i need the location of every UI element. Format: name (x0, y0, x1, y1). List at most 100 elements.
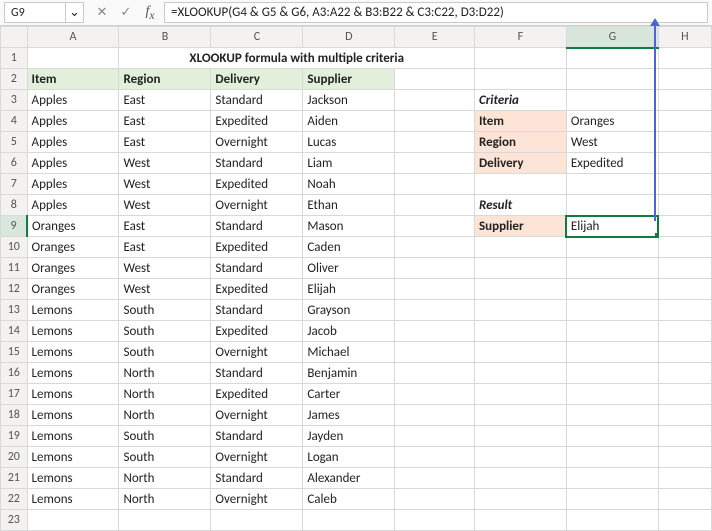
cell-item[interactable]: Lemons (27, 489, 119, 510)
cell-supplier[interactable]: Elijah (303, 279, 395, 300)
cell-item[interactable]: Lemons (27, 468, 119, 489)
criteria-label-item[interactable]: Item (474, 111, 566, 132)
cell-region[interactable]: South (119, 447, 211, 468)
cell-item[interactable]: Oranges (27, 258, 119, 279)
cell-supplier[interactable]: Jacob (303, 321, 395, 342)
cell-supplier[interactable]: Ethan (303, 195, 395, 216)
cell[interactable] (658, 237, 711, 258)
col-header[interactable]: D (303, 27, 395, 48)
cell[interactable] (474, 300, 566, 321)
criteria-value-item[interactable]: Oranges (566, 111, 658, 132)
criteria-value-region[interactable]: West (566, 132, 658, 153)
cell[interactable] (658, 300, 711, 321)
cell-delivery[interactable]: Standard (211, 153, 303, 174)
cell-supplier[interactable]: James (303, 405, 395, 426)
accept-formula-button[interactable]: ✓ (114, 0, 138, 25)
cell-delivery[interactable]: Expedited (211, 237, 303, 258)
cell[interactable] (395, 405, 475, 426)
cell-item[interactable]: Lemons (27, 405, 119, 426)
table-header[interactable]: Delivery (211, 69, 303, 90)
name-box[interactable]: G9 (4, 2, 66, 23)
row-header[interactable]: 6 (1, 153, 28, 174)
row-header[interactable]: 14 (1, 321, 28, 342)
cell[interactable] (566, 510, 658, 531)
cell[interactable] (658, 195, 711, 216)
cell-item[interactable]: Apples (27, 153, 119, 174)
cell[interactable] (566, 384, 658, 405)
cell-region[interactable]: West (119, 279, 211, 300)
cell-supplier[interactable]: Caleb (303, 489, 395, 510)
cell-region[interactable]: East (119, 111, 211, 132)
cell-region[interactable]: North (119, 384, 211, 405)
cell[interactable] (566, 279, 658, 300)
cell[interactable] (566, 363, 658, 384)
cell-item[interactable]: Lemons (27, 342, 119, 363)
cell[interactable] (395, 216, 475, 237)
cell-item[interactable]: Oranges (27, 279, 119, 300)
cell[interactable] (395, 174, 475, 195)
criteria-label-region[interactable]: Region (474, 132, 566, 153)
cell-delivery[interactable]: Standard (211, 258, 303, 279)
cell-item[interactable]: Lemons (27, 447, 119, 468)
cell[interactable] (395, 342, 475, 363)
cell[interactable] (658, 132, 711, 153)
cell-delivery[interactable]: Standard (211, 468, 303, 489)
cell[interactable] (658, 258, 711, 279)
cell[interactable] (566, 174, 658, 195)
cell-region[interactable]: West (119, 174, 211, 195)
cell-supplier[interactable]: Michael (303, 342, 395, 363)
cell[interactable] (566, 300, 658, 321)
cell-item[interactable]: Lemons (27, 384, 119, 405)
cell[interactable] (395, 300, 475, 321)
cell[interactable] (395, 321, 475, 342)
cell-item[interactable]: Apples (27, 174, 119, 195)
row-header[interactable]: 13 (1, 300, 28, 321)
cell-delivery[interactable]: Expedited (211, 384, 303, 405)
cell[interactable] (474, 48, 566, 69)
cell[interactable] (27, 48, 119, 69)
cell[interactable] (395, 237, 475, 258)
cell-delivery[interactable]: Standard (211, 90, 303, 111)
cell-supplier[interactable]: Carter (303, 384, 395, 405)
row-header[interactable]: 9 (1, 216, 28, 237)
cell-item[interactable]: Lemons (27, 426, 119, 447)
cell-delivery[interactable]: Standard (211, 300, 303, 321)
cell[interactable] (211, 510, 303, 531)
cell-supplier[interactable]: Oliver (303, 258, 395, 279)
row-header[interactable]: 7 (1, 174, 28, 195)
col-header[interactable]: B (119, 27, 211, 48)
cell-region[interactable]: South (119, 342, 211, 363)
cell[interactable] (474, 384, 566, 405)
cell-region[interactable]: West (119, 153, 211, 174)
cell[interactable] (658, 153, 711, 174)
formula-input[interactable]: =XLOOKUP(G4 & G5 & G6, A3:A22 & B3:B22 &… (164, 2, 708, 23)
cell[interactable] (474, 321, 566, 342)
cell-region[interactable]: East (119, 90, 211, 111)
cell-item[interactable]: Oranges (27, 216, 119, 237)
row-header[interactable]: 17 (1, 384, 28, 405)
select-all-corner[interactable] (1, 27, 28, 48)
cell-delivery[interactable]: Overnight (211, 132, 303, 153)
row-header[interactable]: 1 (1, 48, 28, 69)
cell[interactable] (395, 69, 475, 90)
cell-supplier[interactable]: Mason (303, 216, 395, 237)
cell[interactable] (27, 510, 119, 531)
row-header[interactable]: 5 (1, 132, 28, 153)
row-header[interactable]: 18 (1, 405, 28, 426)
row-header[interactable]: 2 (1, 69, 28, 90)
cell[interactable] (566, 489, 658, 510)
cell-delivery[interactable]: Overnight (211, 342, 303, 363)
cell-delivery[interactable]: Expedited (211, 321, 303, 342)
cell-supplier[interactable]: Liam (303, 153, 395, 174)
cell[interactable] (658, 489, 711, 510)
cell[interactable] (474, 174, 566, 195)
row-header[interactable]: 20 (1, 447, 28, 468)
cell[interactable] (395, 510, 475, 531)
col-header[interactable]: A (27, 27, 119, 48)
cell[interactable] (658, 405, 711, 426)
table-header[interactable]: Region (119, 69, 211, 90)
cell-supplier[interactable]: Grayson (303, 300, 395, 321)
result-label-supplier[interactable]: Supplier (474, 216, 566, 237)
cell[interactable] (658, 216, 711, 237)
cell[interactable] (474, 447, 566, 468)
